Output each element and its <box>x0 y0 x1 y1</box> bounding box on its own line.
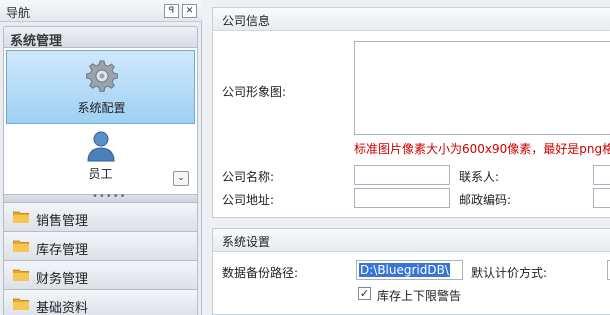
group-title: 系统管理 <box>10 34 63 49</box>
splitter-grip: ••••• <box>92 191 127 202</box>
module-label: 销售管理 <box>36 214 89 229</box>
contact-field[interactable] <box>593 165 610 185</box>
folder-icon <box>13 298 29 310</box>
stock-alert-checkbox[interactable]: ✓ <box>358 287 371 300</box>
backup-path-field[interactable]: D:\BluegridDB\ <box>356 260 463 280</box>
company-address-label: 公司地址: <box>222 193 275 207</box>
chevron-down-icon[interactable]: ⌄ <box>173 171 189 186</box>
pricing-method-label: 默认计价方式: <box>471 266 548 280</box>
company-name-label: 公司名称: <box>222 170 275 184</box>
company-image-label: 公司形象图: <box>222 85 287 99</box>
group-item-area: 系统配置 员工 ⌄ <box>3 48 198 194</box>
pane-splitter[interactable]: ••••• <box>3 191 198 203</box>
postcode-label: 邮政编码: <box>459 193 512 207</box>
module-inventory[interactable]: 库存管理 <box>3 232 198 261</box>
nav-item-label: 系统配置 <box>77 101 126 115</box>
navigation-pane: 导航 ꟼ ✕ 系统管理 系统配置 员工 ⌄ ••••• 销售管理 库存管理 财务… <box>0 0 202 315</box>
stock-alert-label: 库存上下限警告 <box>377 289 462 303</box>
nav-item-label: 员工 <box>88 167 113 181</box>
company-info-panel: 公司信息 公司形象图: 标准图片像素大小为600x90像素，最好是png格 公司… <box>212 7 610 218</box>
group-header-system-management[interactable]: 系统管理 <box>3 26 198 49</box>
module-label: 库存管理 <box>36 243 89 258</box>
settings-content: 公司信息 公司形象图: 标准图片像素大小为600x90像素，最好是png格 公司… <box>202 0 610 315</box>
module-basic-data[interactable]: 基础资料 <box>3 290 198 315</box>
module-sales[interactable]: 销售管理 <box>3 203 198 232</box>
close-button[interactable]: ✕ <box>182 4 197 18</box>
gear-icon <box>86 60 118 92</box>
backup-path-value: D:\BluegridDB\ <box>359 263 450 277</box>
postcode-field[interactable] <box>593 188 610 208</box>
system-settings-panel: 系统设置 数据备份路径: D:\BluegridDB\ 默认计价方式: ✓ 库存… <box>212 228 610 315</box>
nav-item-system-config[interactable]: 系统配置 <box>6 50 195 124</box>
folder-icon <box>13 211 29 223</box>
pin-button[interactable]: ꟼ <box>164 4 179 18</box>
navigation-title: 导航 <box>6 6 31 20</box>
company-info-header: 公司信息 <box>213 8 610 31</box>
company-name-field[interactable] <box>354 165 450 185</box>
contact-label: 联系人: <box>459 170 500 184</box>
folder-icon <box>13 269 29 281</box>
navigation-header: 导航 ꟼ ✕ <box>0 0 202 22</box>
company-address-field[interactable] <box>354 188 450 208</box>
system-settings-header: 系统设置 <box>213 229 610 252</box>
backup-path-label: 数据备份路径: <box>222 266 299 280</box>
module-label: 基础资料 <box>36 301 89 315</box>
image-size-hint: 标准图片像素大小为600x90像素，最好是png格 <box>354 142 610 156</box>
company-image-box[interactable] <box>354 41 610 135</box>
nav-item-employee[interactable]: 员工 <box>6 125 195 199</box>
module-label: 财务管理 <box>36 272 89 287</box>
user-icon <box>87 131 115 162</box>
module-finance[interactable]: 财务管理 <box>3 261 198 290</box>
folder-icon <box>13 240 29 252</box>
